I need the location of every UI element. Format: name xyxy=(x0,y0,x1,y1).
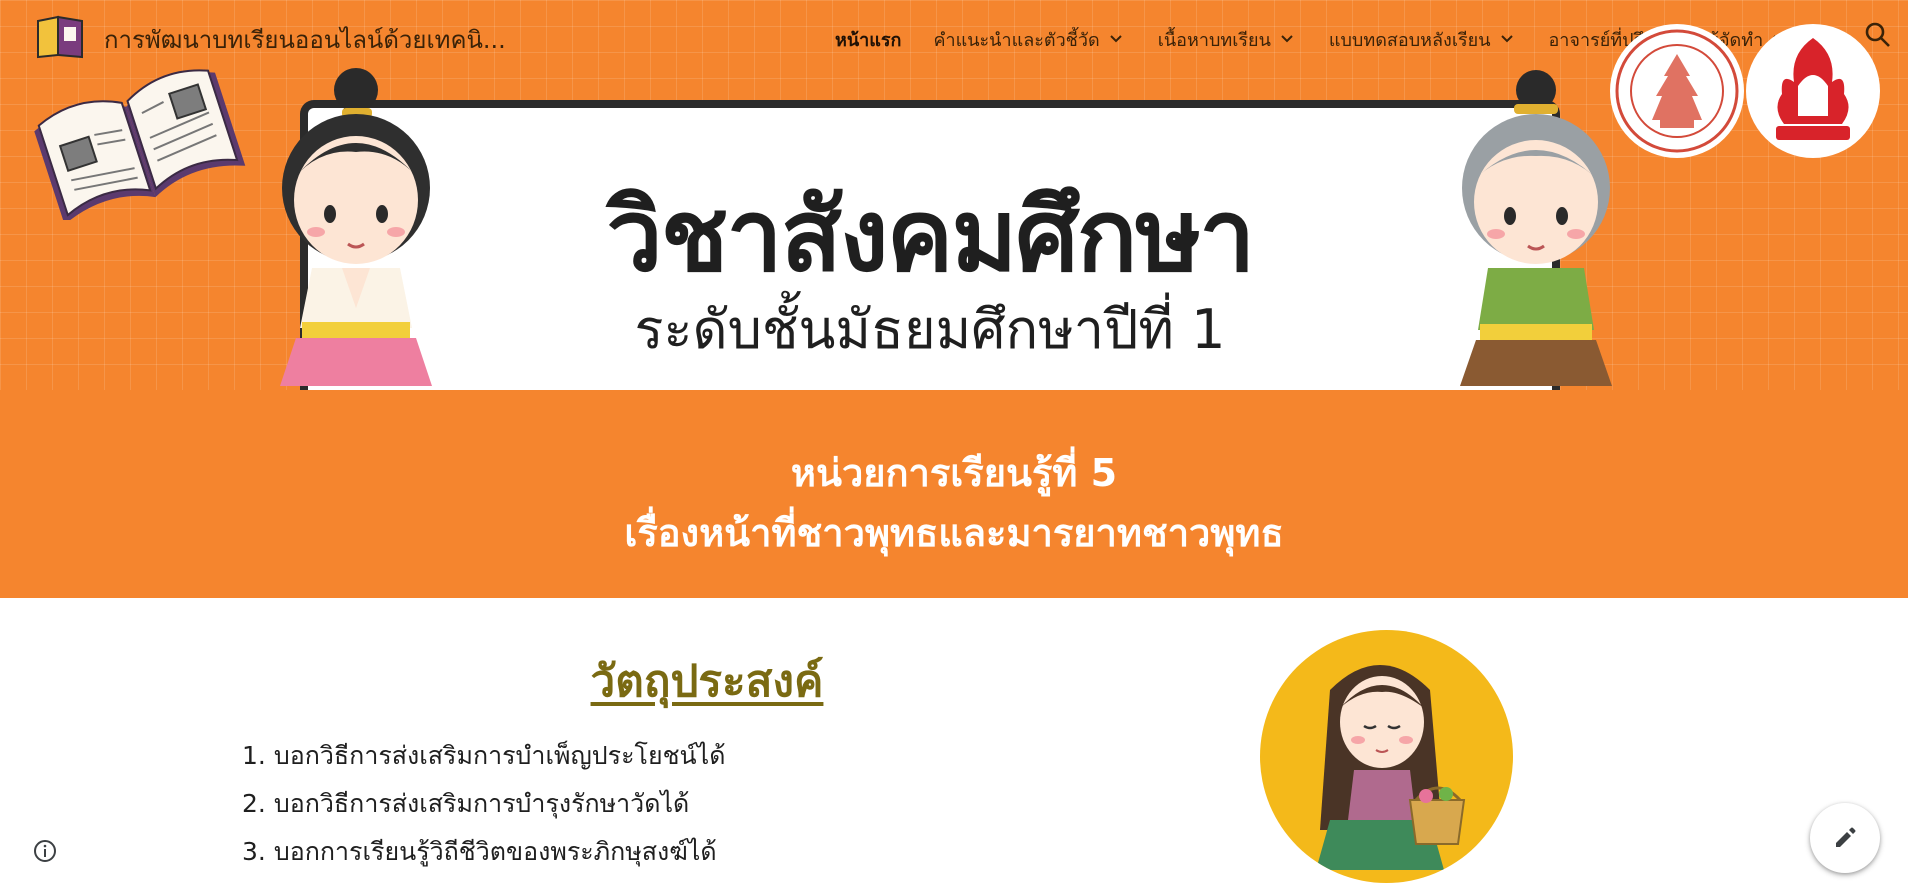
list-item-number: 3. xyxy=(242,837,266,866)
school-seal-image xyxy=(1746,24,1880,158)
banner-board: วิชาสังคมศึกษา ระดับชั้นมัธยมศึกษาปีที่ … xyxy=(300,100,1560,390)
thai-boy-character xyxy=(1460,70,1612,386)
nav-item-content[interactable]: เนื้อหาบทเรียน xyxy=(1158,25,1295,54)
chevron-down-icon[interactable] xyxy=(1279,31,1295,47)
chevron-down-icon[interactable] xyxy=(1108,31,1124,47)
open-book-illustration xyxy=(34,69,246,220)
chevron-down-icon[interactable] xyxy=(1499,31,1515,47)
info-icon[interactable] xyxy=(32,838,58,864)
nav-item-label: คำแนะนำและตัวชี้วัด xyxy=(933,29,1100,51)
unit-number-heading: หน่วยการเรียนรู้ที่ 5 xyxy=(790,451,1118,495)
book-icon[interactable] xyxy=(34,13,86,59)
list-item: 2. บอกวิธีการส่งเสริมการบำรุงรักษาวัดได้ xyxy=(242,786,725,834)
list-item-text: บอกการเรียนรู้วิถีชีวิตของพระภิกษุสงฆ์ได… xyxy=(273,837,717,866)
list-item-text: บอกวิธีการส่งเสริมการบำรุงรักษาวัดได้ xyxy=(273,789,690,818)
unit-section: หน่วยการเรียนรู้ที่ 5 เรื่องหน้าที่ชาวพุ… xyxy=(0,390,1908,598)
list-item-number: 2. xyxy=(242,789,266,818)
pencil-icon xyxy=(1836,827,1856,847)
nav-item-home[interactable]: หน้าแรก xyxy=(835,25,901,54)
list-item-number: 1. xyxy=(242,741,266,770)
nav-item-posttest[interactable]: แบบทดสอบหลังเรียน xyxy=(1329,25,1515,54)
objectives-heading: วัตถุประสงค์ xyxy=(590,656,824,707)
nav-item-label: เนื้อหาบทเรียน xyxy=(1157,29,1271,51)
thai-girl-character xyxy=(280,68,432,386)
banner-subtitle: ระดับชั้นมัธยมศึกษาปีที่ 1 xyxy=(634,298,1226,361)
unit-topic-heading: เรื่องหน้าที่ชาวพุทธและมารยาทชาวพุทธ xyxy=(624,511,1284,555)
nav-item-label: แบบทดสอบหลังเรียน xyxy=(1328,29,1491,51)
praying-girl-image xyxy=(1260,630,1513,883)
list-item-text: บอกวิธีการส่งเสริมการบำเพ็ญประโยชน์ได้ xyxy=(273,741,726,770)
university-seal-image xyxy=(1610,24,1744,158)
list-item: 3. บอกการเรียนรู้วิถีชีวิตของพระภิกษุสงฆ์… xyxy=(242,834,725,882)
site-title[interactable]: การพัฒนาบทเรียนออนไลน์ด้วยเทคนิ... xyxy=(104,20,506,59)
objectives-list: 1. บอกวิธีการส่งเสริมการบำเพ็ญประโยชน์ได้… xyxy=(242,738,725,882)
edit-button[interactable] xyxy=(1810,803,1880,873)
nav-item-label: หน้าแรก xyxy=(835,29,902,51)
list-item: 1. บอกวิธีการส่งเสริมการบำเพ็ญประโยชน์ได้ xyxy=(242,738,725,786)
nav-item-guidance[interactable]: คำแนะนำและตัวชี้วัด xyxy=(933,25,1123,54)
